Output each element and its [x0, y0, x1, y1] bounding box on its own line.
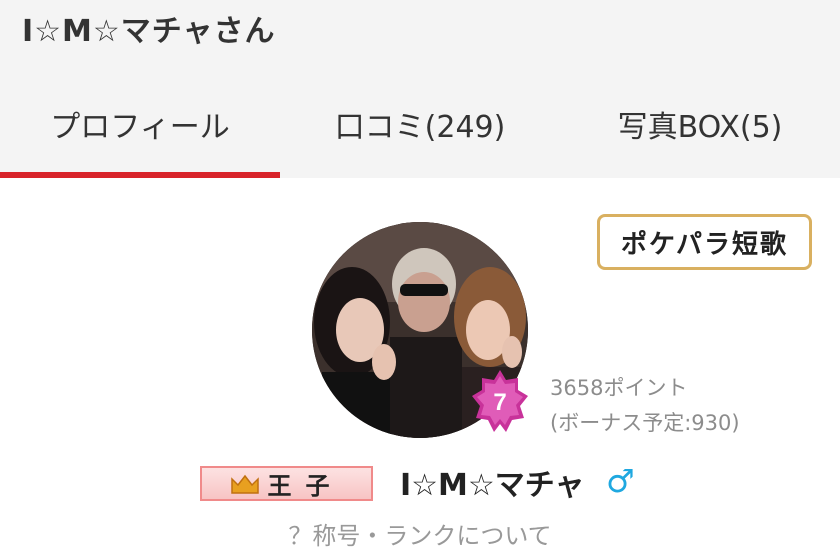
- bonus-value: (ボーナス予定:930): [550, 411, 740, 435]
- crown-icon: [230, 474, 259, 494]
- username: I☆M☆マチャ: [400, 468, 585, 503]
- tab-photo-box[interactable]: 写真BOX(5): [560, 86, 840, 178]
- rank-badge: 7: [472, 370, 528, 432]
- rank-title: 王子: [267, 471, 344, 500]
- rank-level: 7: [493, 389, 506, 416]
- page-title: I☆M☆マチャさん: [22, 14, 276, 49]
- profile-section: ポケパラ短歌 7 3658ポイント (ボーナス予定:930) 王子 I☆M☆マチ…: [0, 178, 840, 554]
- tab-profile[interactable]: プロフィール: [0, 86, 280, 178]
- points-value: 3658ポイント: [550, 376, 688, 400]
- points-info: 3658ポイント (ボーナス予定:930): [550, 371, 740, 441]
- tab-reviews[interactable]: 口コミ(249): [280, 86, 560, 178]
- tanka-button[interactable]: ポケパラ短歌: [597, 214, 812, 270]
- header: I☆M☆マチャさん プロフィール 口コミ(249) 写真BOX(5): [0, 0, 840, 178]
- male-icon: ♂: [606, 462, 635, 500]
- tab-bar: プロフィール 口コミ(249) 写真BOX(5): [0, 86, 840, 178]
- about-rank-link[interactable]: ？称号・ランクについて: [0, 516, 840, 551]
- rank-title-tag: 王子: [200, 466, 373, 501]
